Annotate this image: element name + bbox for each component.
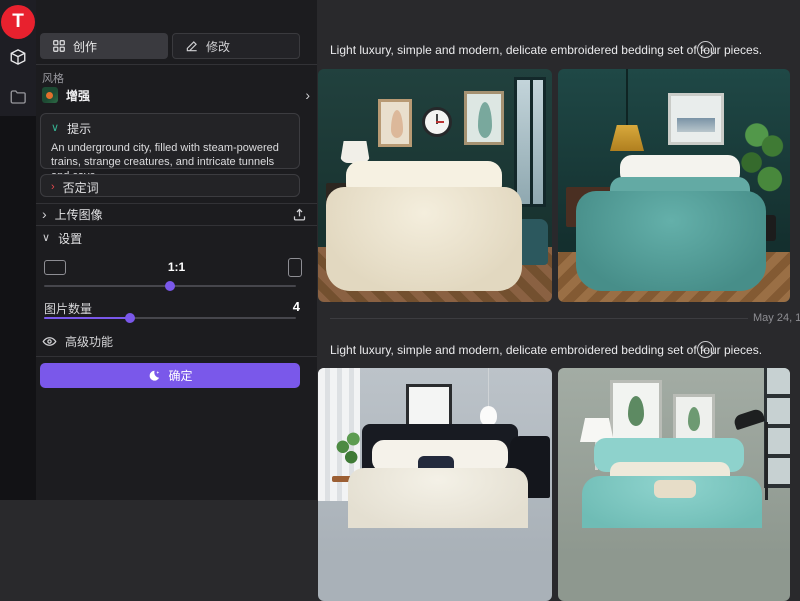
divider	[36, 225, 317, 226]
style-label: 风格	[42, 70, 64, 86]
wall-art-graphic	[610, 380, 662, 442]
reuse-prompt-icon[interactable]: ←	[697, 41, 714, 58]
pendant-lamp-graphic	[480, 406, 497, 426]
generated-image-2[interactable]	[558, 69, 790, 302]
chevron-right-icon: ›	[305, 88, 310, 102]
style-thumbnail-icon	[42, 87, 58, 103]
date-divider	[330, 318, 748, 319]
folder-icon[interactable]	[8, 87, 28, 107]
chevron-down-icon[interactable]: ∨	[51, 123, 59, 134]
slider-fill	[44, 317, 130, 319]
duvet-graphic	[348, 468, 528, 528]
table-lamp-graphic	[340, 141, 370, 163]
eye-icon	[42, 334, 57, 349]
duvet-graphic	[576, 191, 766, 291]
tab-create[interactable]: 创作	[40, 33, 168, 59]
wall-clock-graphic	[422, 107, 452, 137]
tab-modify-label: 修改	[206, 38, 230, 55]
confirm-button[interactable]: 确定	[40, 363, 300, 388]
back-arrow-glyph: ←	[700, 344, 711, 355]
settings-section-label: 设置	[58, 230, 82, 247]
image-count-slider[interactable]	[44, 317, 296, 319]
settings-header[interactable]: ∨ 设置	[42, 230, 82, 247]
negative-prompt-card[interactable]: › 否定词	[40, 174, 300, 197]
generated-image-1[interactable]	[318, 69, 552, 302]
style-selector[interactable]: 增强 ›	[42, 85, 310, 105]
app-logo[interactable]: T	[1, 5, 35, 39]
duvet-graphic	[326, 187, 522, 291]
image-count-value: 4	[36, 299, 300, 314]
divider	[36, 356, 317, 357]
create-grid-icon	[52, 39, 66, 53]
style-value: 增强	[66, 87, 90, 104]
wall-art-graphic	[378, 99, 412, 147]
generated-image-4[interactable]	[558, 368, 790, 601]
aspect-ratio-value: 1:1	[36, 260, 317, 274]
app-rail: T	[0, 0, 36, 500]
model-cube-icon[interactable]	[8, 47, 28, 67]
chevron-down-icon: ∨	[42, 233, 50, 244]
chevron-right-icon[interactable]: ›	[51, 182, 55, 193]
moon-sparkle-icon	[147, 369, 161, 383]
count-slider-thumb[interactable]	[125, 313, 135, 323]
wall-art-graphic	[668, 93, 724, 145]
generated-image-3[interactable]	[318, 368, 552, 601]
window-graphic	[514, 77, 546, 207]
tab-modify[interactable]: 修改	[172, 33, 300, 59]
upload-section-label: 上传图像	[55, 206, 103, 223]
advanced-features-row[interactable]: 高级功能	[42, 333, 113, 350]
negative-section-label: 否定词	[63, 179, 99, 196]
chevron-right-icon: ›	[42, 207, 47, 221]
gallery-panel: Light luxury, simple and modern, delicat…	[317, 0, 800, 500]
back-arrow-glyph: ←	[700, 44, 711, 55]
advanced-features-label: 高级功能	[65, 333, 113, 350]
upload-image-row[interactable]: › 上传图像	[36, 204, 317, 224]
wall-art-graphic	[673, 394, 715, 444]
edit-pencil-icon	[185, 39, 199, 53]
prompt-card[interactable]: ∨ 提示 An underground city, filled with st…	[40, 113, 300, 169]
generation-sidebar: 创作 修改 风格 增强 › ∨ 提示 An underground city, …	[36, 0, 317, 500]
prompt-section-label: 提示	[67, 120, 91, 137]
divider	[36, 64, 317, 65]
reuse-prompt-icon[interactable]: ←	[697, 341, 714, 358]
date-label: May 24, 1	[753, 312, 800, 324]
portrait-ratio-icon[interactable]	[288, 258, 302, 277]
confirm-button-label: 确定	[168, 367, 192, 384]
upload-icon[interactable]	[292, 207, 307, 222]
aspect-ratio-slider[interactable]	[44, 285, 296, 287]
aspect-slider-thumb[interactable]	[165, 281, 175, 291]
tab-create-label: 创作	[73, 38, 97, 55]
wall-art-graphic	[464, 91, 504, 145]
